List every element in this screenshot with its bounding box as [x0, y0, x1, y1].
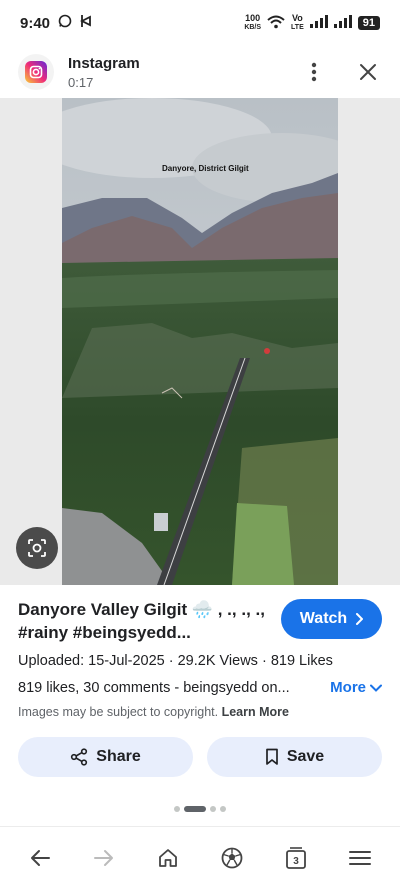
pagination-indicator [0, 806, 400, 812]
share-label: Share [96, 748, 141, 765]
copyright-notice: Images may be subject to copyright. Lear… [18, 705, 382, 719]
signal-icon-2 [333, 15, 352, 31]
soccer-ball-icon [221, 847, 243, 868]
tabs-icon: 3 [286, 846, 306, 869]
close-icon [360, 64, 376, 80]
more-label: More [330, 679, 366, 696]
instagram-icon [25, 61, 47, 83]
learn-more-link[interactable]: Learn More [222, 705, 289, 719]
tab-count: 3 [293, 856, 299, 867]
arrow-left-icon [31, 849, 50, 866]
save-label: Save [286, 748, 325, 765]
page-dot [220, 806, 226, 812]
lens-icon [28, 539, 46, 557]
source-name: Instagram [68, 54, 140, 72]
tabs-button[interactable]: 3 [276, 838, 316, 878]
clock: 9:40 [20, 14, 51, 32]
home-button[interactable] [148, 838, 188, 878]
action-buttons: Share Save [18, 737, 382, 777]
watch-label: Watch [299, 610, 348, 627]
network-speed: 100 KB/S [244, 13, 262, 32]
share-icon [71, 748, 88, 766]
more-vert-icon [311, 62, 317, 82]
wifi-icon [267, 15, 285, 32]
result-info: Danyore Valley Gilgit 🌧️ , ., ., ., #rai… [0, 585, 400, 719]
preview-image[interactable]: Danyore, District Gilgit [62, 98, 338, 585]
hamburger-menu-icon [349, 850, 371, 865]
result-description: 819 likes, 30 comments - beingsyedd on..… [18, 679, 290, 696]
whatsapp-icon [58, 14, 72, 32]
result-title[interactable]: Danyore Valley Gilgit 🌧️ , ., ., ., #rai… [18, 598, 268, 644]
forward-button[interactable] [84, 838, 124, 878]
page-dot [210, 806, 216, 812]
back-button[interactable] [20, 838, 60, 878]
more-button[interactable]: More [330, 679, 382, 696]
media-app-icon [80, 14, 92, 32]
close-button[interactable] [354, 58, 382, 86]
discover-button[interactable] [212, 838, 252, 878]
image-caption-overlay: Danyore, District Gilgit [162, 164, 249, 173]
battery-level: 91 [357, 16, 380, 30]
instagram-logo[interactable] [18, 54, 54, 90]
video-duration: 0:17 [68, 74, 94, 90]
volte-indicator: Vo LTE [291, 13, 304, 32]
chevron-down-icon [370, 684, 382, 692]
visual-search-button[interactable] [16, 527, 58, 569]
chevron-right-icon [356, 613, 364, 625]
source-header: Instagram 0:17 [0, 46, 400, 98]
menu-button[interactable] [340, 838, 380, 878]
home-icon [159, 848, 177, 867]
arrow-right-icon [94, 849, 113, 866]
share-button[interactable]: Share [18, 737, 193, 777]
watch-button[interactable]: Watch [281, 599, 382, 639]
result-meta: Uploaded: 15-Jul-2025 · 29.2K Views · 81… [18, 653, 333, 669]
more-options-button[interactable] [300, 58, 328, 86]
browser-bottom-nav: 3 [0, 826, 400, 888]
save-button[interactable]: Save [207, 737, 382, 777]
status-bar: 9:40 100 KB/S Vo LTE 91 [0, 0, 400, 46]
page-dot [174, 806, 180, 812]
signal-icon [309, 15, 328, 31]
page-dot-active [184, 806, 206, 812]
image-preview-area: Danyore, District Gilgit [0, 98, 400, 585]
copyright-text: Images may be subject to copyright. [18, 705, 219, 719]
bookmark-icon [265, 748, 278, 765]
